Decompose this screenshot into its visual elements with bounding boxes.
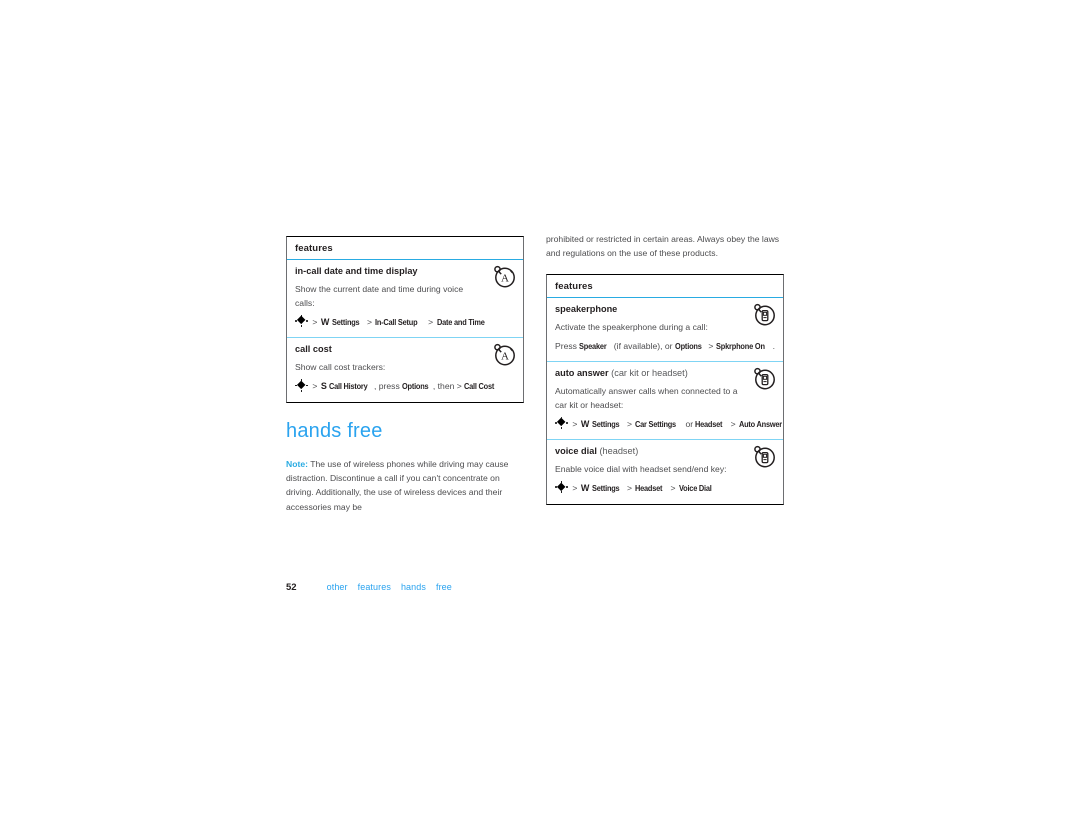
path-step: In-Call Setup <box>375 316 418 327</box>
nav-key-glyph <box>555 481 568 494</box>
press-end: Spkrphone On <box>715 340 765 351</box>
path-step: Date and Time <box>436 316 485 327</box>
breadcrumb-item: features <box>357 582 391 592</box>
phone-circle-icon <box>751 443 777 469</box>
table-row: call cost A Show call cost trackers: > S… <box>287 338 523 401</box>
path-step: Settings <box>591 483 620 494</box>
feature-description: Show the current date and time during vo… <box>295 284 464 308</box>
document-page: features in-call date and time display A… <box>0 0 1080 834</box>
table-row: auto answer (car kit or headset) Automat… <box>547 362 783 441</box>
breadcrumb-item: free <box>435 582 452 592</box>
press-period: . <box>772 340 775 351</box>
note-text: The use of wireless phones while driving… <box>286 459 509 512</box>
breadcrumb: other features hands free <box>324 582 462 592</box>
path-arrow: > <box>312 381 318 392</box>
feature-description: Show call cost trackers: <box>295 362 386 373</box>
feature-nav-path: > W Settings > In-Call Setup > Date and … <box>295 314 515 330</box>
note-block: Note: The use of wireless phones while d… <box>286 457 518 514</box>
path-arrow: > <box>572 483 578 494</box>
note-label: Note: <box>286 459 308 469</box>
path-arrow: > <box>428 316 434 327</box>
feature-title-qualifier: (car kit or headset) <box>611 367 688 378</box>
path-step: Car Settings <box>635 418 677 429</box>
path-arrow: > <box>312 316 318 327</box>
feature-title: auto answer (car kit or headset) <box>555 368 775 379</box>
right-column: prohibited or restricted in certain area… <box>546 232 784 505</box>
features-table-left: features in-call date and time display A… <box>286 236 524 403</box>
alpha-circle-icon: A <box>491 341 517 367</box>
feature-nav-path: > W Settings > Headset > Voice Dial <box>555 481 775 496</box>
path-arrow: > <box>367 316 373 327</box>
press-prefix: Press <box>555 340 580 351</box>
path-step: Headset <box>635 483 663 494</box>
path-step: Options <box>402 381 429 392</box>
phone-circle-icon <box>751 365 777 391</box>
feature-title-qualifier: (headset) <box>599 446 639 457</box>
path-step: Settings <box>591 418 620 429</box>
hands-free-section: hands free Note: The use of wireless pho… <box>286 420 526 514</box>
press-arrow: > <box>706 340 716 351</box>
feature-title-main: auto answer <box>555 367 609 378</box>
path-step: Voice Dial <box>678 483 712 494</box>
table-row: in-call date and time display A Show the… <box>287 260 523 339</box>
svg-text:A: A <box>501 351 509 363</box>
table-header-features: features <box>547 275 783 298</box>
path-connector: , then > <box>432 381 465 392</box>
path-step: Call Cost <box>464 381 495 392</box>
path-arrow: > <box>627 483 633 494</box>
path-step: Headset <box>695 418 723 429</box>
left-column: features in-call date and time display A… <box>286 236 524 403</box>
feature-press-instruction: Press Speaker (if available), or Options… <box>555 340 775 353</box>
path-arrow: > <box>572 418 578 429</box>
feature-title: in-call date and time display <box>295 266 418 276</box>
feature-title: call cost <box>295 344 332 355</box>
intro-paragraph: prohibited or restricted in certain area… <box>546 234 780 259</box>
feature-nav-path: > W Settings > Car Settings or Headset >… <box>555 416 782 432</box>
nav-key-glyph <box>555 416 568 429</box>
path-key-letter: W <box>320 316 330 327</box>
press-mid: (if available), or <box>611 340 675 351</box>
table-header-features: features <box>287 237 523 260</box>
page-number: 52 <box>286 582 297 593</box>
page-footer: 52 other features hands free <box>286 582 786 593</box>
nav-key-glyph <box>295 314 308 328</box>
path-arrow: > <box>730 418 736 429</box>
breadcrumb-item: hands <box>400 582 426 592</box>
press-options: Options <box>674 340 702 351</box>
path-step: Settings <box>331 316 360 327</box>
path-or: or <box>685 418 694 429</box>
path-step: Auto Answer <box>738 418 782 429</box>
path-arrow: > <box>627 418 633 429</box>
nav-key-glyph <box>295 379 308 392</box>
table-row: voice dial (headset) Enable voice dial w… <box>547 440 783 503</box>
feature-title: voice dial (headset) <box>555 446 775 457</box>
page-title: hands free <box>286 420 383 442</box>
press-key: Speaker <box>579 340 607 351</box>
breadcrumb-item: other <box>326 582 348 592</box>
alpha-circle-icon: A <box>491 263 517 289</box>
feature-title: speakerphone <box>555 303 618 314</box>
path-step: Call History <box>329 381 368 392</box>
feature-description: Enable voice dial with headset send/end … <box>555 464 727 475</box>
features-table-right: features speakerphone Activate the speak… <box>546 273 784 505</box>
svg-text:A: A <box>501 273 509 285</box>
path-key-letter: W <box>580 483 590 494</box>
feature-title-main: voice dial <box>555 446 597 457</box>
path-arrow: > <box>670 483 676 494</box>
phone-circle-icon <box>751 301 777 327</box>
feature-description: Activate the speakerphone during a call: <box>555 321 708 332</box>
path-key-letter: W <box>580 418 590 429</box>
path-connector: , press <box>373 381 403 392</box>
path-key-letter: S <box>320 381 327 392</box>
table-row: speakerphone Activate the speakerphone d… <box>547 298 783 362</box>
feature-nav-path: > S Call History, press Options, then > … <box>295 379 515 394</box>
feature-description: Automatically answer calls when connecte… <box>555 385 738 410</box>
